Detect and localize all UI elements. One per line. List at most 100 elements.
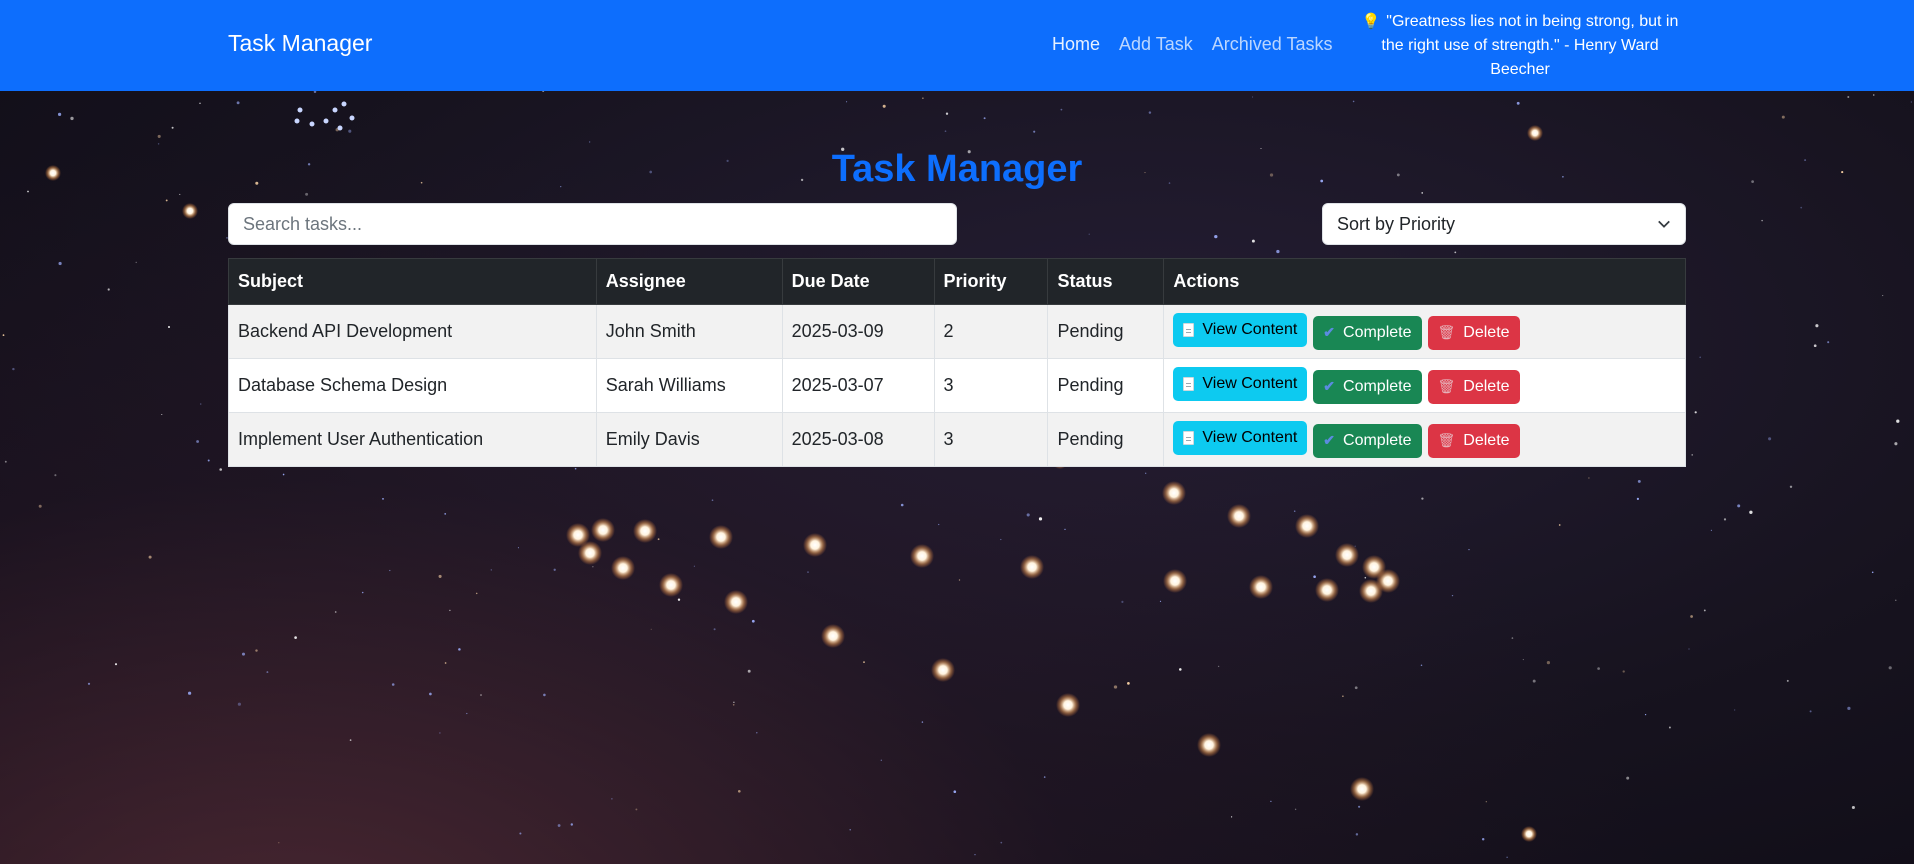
star	[165, 199, 168, 202]
cell-actions: View Content ✔ Complete 🗑 Delete	[1163, 304, 1686, 359]
bright-star	[1521, 826, 1537, 842]
star	[553, 568, 556, 571]
star	[1454, 251, 1457, 254]
header-priority[interactable]: Priority	[933, 258, 1049, 305]
bright-star	[931, 658, 955, 682]
star	[592, 566, 594, 568]
star	[880, 759, 882, 761]
bright-star	[709, 525, 733, 549]
delete-button[interactable]: 🗑 Delete	[1427, 369, 1520, 404]
star	[135, 261, 137, 264]
delete-label: Delete	[1463, 431, 1510, 449]
lightbulb-icon: 💡	[1361, 13, 1381, 30]
star	[1847, 96, 1850, 98]
nav-link-add-task[interactable]: Add Task	[1119, 34, 1193, 55]
complete-button[interactable]: ✔ Complete	[1313, 423, 1422, 458]
star	[480, 694, 482, 696]
star	[1910, 101, 1912, 103]
star	[1781, 115, 1785, 119]
star	[677, 598, 681, 601]
view-content-button[interactable]: View Content	[1173, 367, 1308, 402]
bright-star	[1197, 733, 1221, 757]
bright-star	[910, 544, 934, 568]
star	[1694, 411, 1697, 414]
star	[1313, 575, 1316, 579]
star	[4, 460, 7, 463]
chevron-down-icon	[1658, 220, 1670, 228]
star	[1895, 599, 1897, 601]
delete-button[interactable]: 🗑 Delete	[1427, 423, 1520, 458]
star	[1737, 504, 1741, 508]
star	[1127, 682, 1130, 685]
star	[1894, 442, 1898, 446]
complete-button[interactable]: ✔ Complete	[1313, 369, 1422, 404]
complete-button[interactable]: ✔ Complete	[1313, 315, 1422, 350]
star	[282, 473, 285, 476]
header-due-date[interactable]: Due Date	[781, 258, 935, 305]
bright-star	[1295, 514, 1319, 538]
nav-link-archived-tasks[interactable]: Archived Tasks	[1212, 34, 1333, 55]
bright-star	[1315, 578, 1339, 602]
star	[490, 569, 492, 571]
cell-priority: 2	[933, 304, 1049, 359]
star	[1699, 356, 1701, 359]
star	[1813, 344, 1817, 348]
star	[1851, 805, 1855, 810]
header-status[interactable]: Status	[1047, 258, 1165, 305]
star	[517, 547, 519, 549]
star	[1420, 664, 1423, 666]
bright-star	[182, 203, 198, 219]
star	[294, 636, 297, 639]
star	[1588, 477, 1590, 479]
star	[1532, 679, 1536, 683]
star	[219, 468, 222, 471]
view-content-button[interactable]: View Content	[1173, 421, 1308, 456]
quote-text: "Greatness lies not in being strong, but…	[1381, 13, 1679, 78]
star	[1761, 219, 1763, 222]
search-input[interactable]	[228, 203, 957, 245]
star	[1511, 637, 1514, 639]
star	[87, 682, 91, 685]
star	[187, 691, 192, 695]
star	[1121, 600, 1124, 603]
bright-star	[1359, 579, 1383, 603]
bright-star	[1227, 504, 1251, 528]
star	[54, 474, 57, 477]
bright-star	[1249, 575, 1273, 599]
star	[157, 143, 160, 145]
cell-status: Pending	[1047, 358, 1165, 413]
trash-icon: 🗑	[1437, 378, 1456, 395]
view-content-button[interactable]: View Content	[1173, 313, 1308, 348]
star	[1000, 841, 1003, 844]
star	[1000, 538, 1002, 541]
navbar-brand[interactable]: Task Manager	[228, 30, 372, 57]
star	[389, 569, 391, 572]
star	[693, 565, 696, 567]
view-content-label: View Content	[1202, 321, 1298, 339]
sort-select[interactable]: Sort by Priority	[1322, 203, 1686, 245]
delete-button[interactable]: 🗑 Delete	[1427, 315, 1520, 350]
star	[1276, 249, 1280, 254]
star	[429, 692, 432, 696]
header-assignee[interactable]: Assignee	[595, 258, 783, 305]
star	[199, 102, 201, 105]
star	[179, 193, 181, 195]
bright-star	[724, 590, 748, 614]
star	[1597, 667, 1600, 670]
tasks-table: Subject Assignee Due Date Priority Statu…	[228, 258, 1686, 467]
star	[382, 498, 384, 500]
star	[148, 555, 152, 559]
star	[1688, 648, 1690, 650]
star	[167, 325, 171, 329]
star	[1827, 341, 1830, 344]
header-subject[interactable]: Subject	[228, 258, 597, 305]
nav-link-home[interactable]: Home	[1052, 34, 1100, 55]
view-content-label: View Content	[1202, 429, 1298, 447]
cell-assignee: Sarah Williams	[595, 358, 783, 413]
cell-due-date: 2025-03-09	[781, 304, 935, 359]
star	[241, 652, 246, 656]
star	[466, 712, 468, 715]
star	[1294, 808, 1297, 811]
complete-label: Complete	[1343, 323, 1412, 341]
sort-select-value: Sort by Priority	[1337, 213, 1456, 234]
